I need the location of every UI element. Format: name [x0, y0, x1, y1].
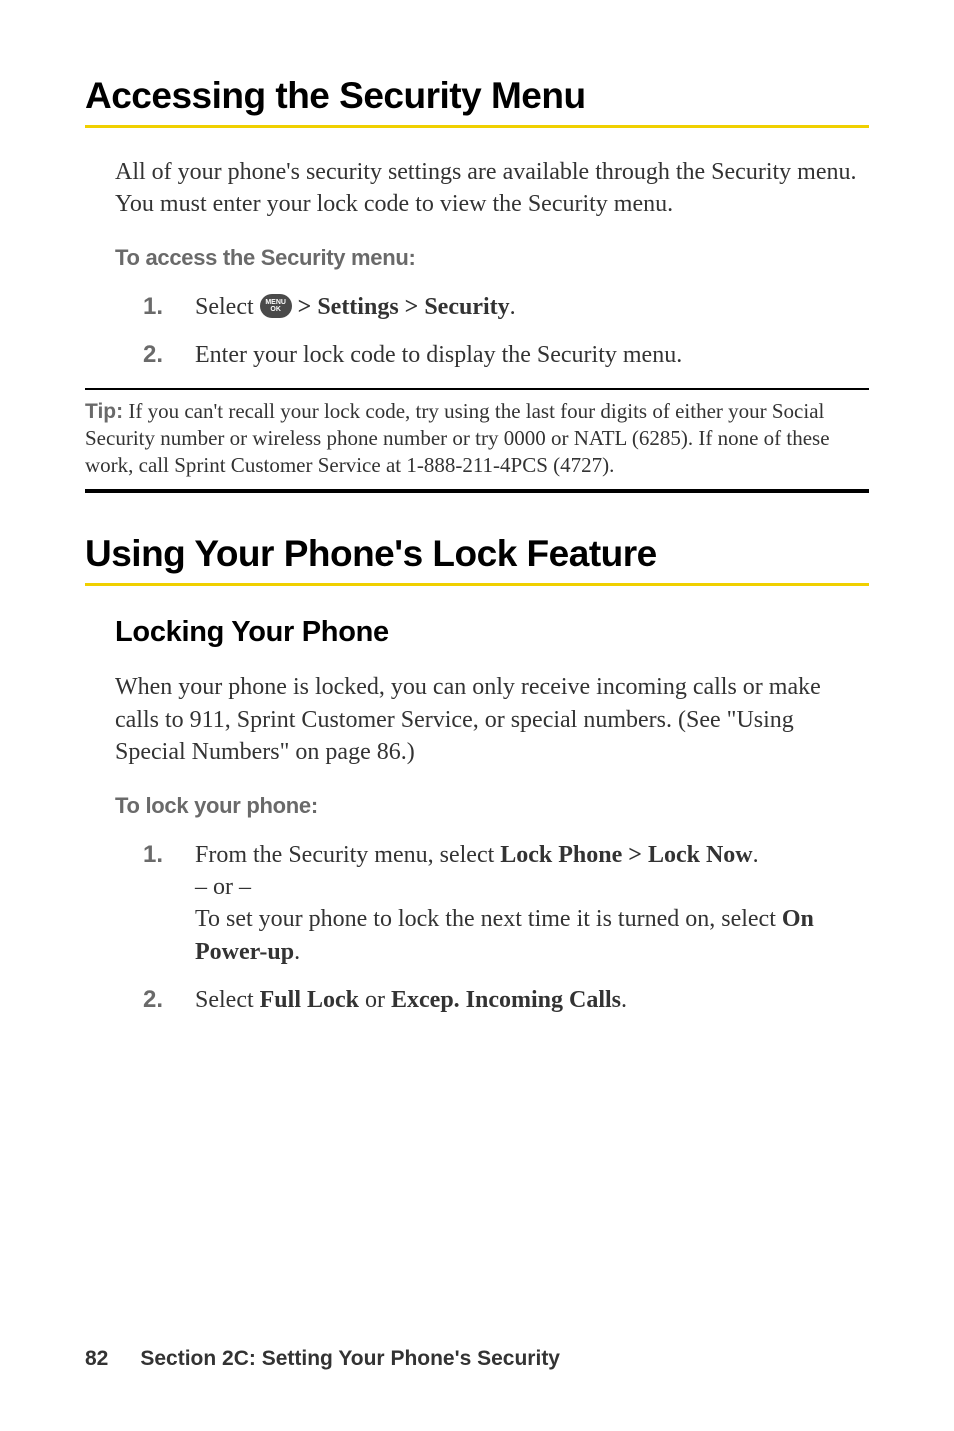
- step-content: Select Full Lock or Excep. Incoming Call…: [195, 984, 869, 1016]
- step-period: .: [753, 842, 759, 868]
- page-number: 82: [85, 1347, 108, 1370]
- footer-section: Section 2C: Setting Your Phone's Securit…: [140, 1347, 560, 1370]
- step-number: 2.: [143, 984, 195, 1016]
- step-content: Enter your lock code to display the Secu…: [195, 339, 869, 371]
- menu-ok-icon: MENUOK: [260, 294, 292, 318]
- heading-lock-feature: Using Your Phone's Lock Feature: [85, 533, 869, 575]
- divider-yellow: [85, 125, 869, 128]
- step-bold-path: > Settings > Security: [292, 294, 510, 320]
- intro-paragraph-1: All of your phone's security settings ar…: [115, 156, 869, 221]
- step-number: 2.: [143, 339, 195, 371]
- subheading-to-lock: To lock your phone:: [115, 793, 869, 819]
- step-text: From the Security menu, select: [195, 842, 500, 868]
- tip-label: Tip:: [85, 400, 123, 423]
- step-period: .: [510, 294, 516, 320]
- page-footer: 82 Section 2C: Setting Your Phone's Secur…: [85, 1347, 560, 1371]
- step-content: Select MENUOK > Settings > Security.: [195, 291, 869, 323]
- step-number: 1.: [143, 291, 195, 323]
- heading-accessing-security: Accessing the Security Menu: [85, 75, 869, 117]
- step-period: .: [621, 987, 627, 1013]
- step-text: Select: [195, 987, 260, 1013]
- tip-text: If you can't recall your lock code, try …: [85, 399, 830, 478]
- step-1-lock: 1. From the Security menu, select Lock P…: [143, 839, 869, 969]
- step-2-access: 2. Enter your lock code to display the S…: [143, 339, 869, 371]
- step-content: From the Security menu, select Lock Phon…: [195, 839, 869, 969]
- step-period: .: [294, 939, 300, 965]
- step-bold: Lock Phone > Lock Now: [500, 842, 752, 868]
- divider-yellow: [85, 583, 869, 586]
- step-text: To set your phone to lock the next time …: [195, 906, 782, 932]
- step-bold: Excep. Incoming Calls: [391, 987, 621, 1013]
- step-bold: Full Lock: [260, 987, 359, 1013]
- step-2-lock: 2. Select Full Lock or Excep. Incoming C…: [143, 984, 869, 1016]
- intro-paragraph-2: When your phone is locked, you can only …: [115, 671, 869, 768]
- step-text: Select: [195, 294, 260, 320]
- step-or: – or –: [195, 874, 251, 900]
- step-text: or: [359, 987, 391, 1013]
- step-number: 1.: [143, 839, 195, 969]
- step-1-access: 1. Select MENUOK > Settings > Security.: [143, 291, 869, 323]
- subheading-to-access: To access the Security menu:: [115, 245, 869, 271]
- tip-block: Tip: If you can't recall your lock code,…: [85, 388, 869, 494]
- subheading-locking-phone: Locking Your Phone: [115, 616, 869, 649]
